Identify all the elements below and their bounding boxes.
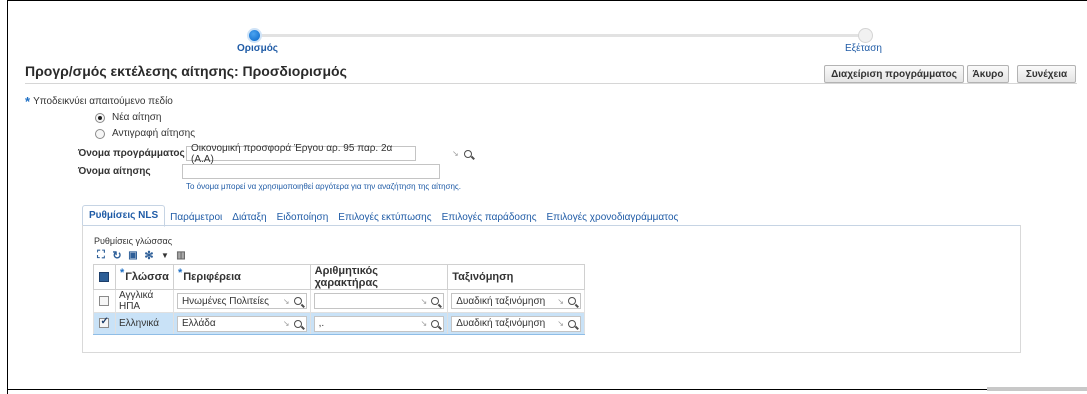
- train-step-review-icon[interactable]: [858, 28, 873, 43]
- numeric-input[interactable]: ↘: [313, 293, 445, 309]
- new-request-radio[interactable]: [95, 112, 105, 123]
- settings-icon[interactable]: ✻: [143, 249, 155, 262]
- required-star-icon: *: [177, 267, 183, 279]
- territory-value: Ελλάδα: [181, 318, 216, 329]
- language-cell: Ελληνικά: [114, 312, 174, 335]
- sort-input[interactable]: Δυαδική ταξινόμηση ↘: [451, 293, 581, 309]
- magnifier-icon[interactable]: [431, 319, 440, 328]
- columns-icon[interactable]: ▥: [175, 249, 187, 261]
- copy-request-radio-row[interactable]: Αντιγραφή αίτησης: [95, 128, 195, 139]
- row-select-cell[interactable]: [93, 289, 116, 313]
- row-select-cell[interactable]: [93, 312, 116, 335]
- train-step-define-label[interactable]: Ορισμός: [237, 43, 278, 54]
- magnifier-icon[interactable]: [431, 297, 440, 305]
- horizontal-scrollbar[interactable]: [987, 387, 1087, 391]
- sort-value: Δυαδική ταξινόμηση: [456, 295, 546, 307]
- territory-cell[interactable]: Ηνωμένες Πολιτείες ↘: [172, 289, 311, 313]
- language-column-header[interactable]: *Γλώσσα: [114, 264, 174, 290]
- magnifier-icon[interactable]: [568, 297, 576, 305]
- table-row[interactable]: Αγγλικά ΗΠΑ Ηνωμένες Πολιτείες ↘ ↘ Δυαδικ…: [93, 289, 585, 313]
- page-title: Προγρ/σμός εκτέλεσης αίτησης: Προσδιορισ…: [25, 63, 347, 79]
- sort-input[interactable]: Δυαδική ταξινόμηση ↘: [451, 315, 581, 332]
- numeric-input[interactable]: ,. ↘: [313, 315, 445, 332]
- required-star-icon: *: [25, 94, 31, 109]
- magnifier-icon[interactable]: [293, 319, 302, 328]
- sort-column-header[interactable]: Ταξινόμηση: [447, 264, 585, 290]
- territory-input[interactable]: Ηνωμένες Πολιτείες ↘: [176, 293, 307, 309]
- arrow-se-icon[interactable]: ↘: [421, 297, 428, 306]
- copy-request-label: Αντιγραφή αίτησης: [112, 128, 196, 139]
- request-name-label: Όνομα αίτησης: [78, 166, 151, 177]
- continue-button[interactable]: Συνέχεια: [1017, 65, 1076, 83]
- table-header-row: *Γλώσσα *Περιφέρεια Αριθμητικός χαρακτήρ…: [93, 264, 585, 290]
- sort-value: Δυαδική ταξινόμηση: [456, 318, 546, 329]
- language-cell: Αγγλικά ΗΠΑ: [114, 289, 174, 313]
- arrow-se-icon[interactable]: ↘: [421, 319, 428, 328]
- request-name-input[interactable]: [182, 164, 440, 179]
- program-name-lov[interactable]: ↘: [452, 149, 472, 158]
- required-note-text: Υποδεικνύει απαιτούμενο πεδίο: [33, 96, 173, 107]
- new-request-radio-row[interactable]: Νέα αίτηση: [95, 112, 162, 123]
- tab-bar: Ρυθμίσεις NLS Παράμετροι Διάταξη Ειδοποί…: [82, 205, 683, 227]
- required-star-icon: *: [119, 267, 125, 279]
- title-divider: [25, 83, 1077, 84]
- tab-nls-settings[interactable]: Ρυθμίσεις NLS: [82, 205, 166, 227]
- numeric-cell[interactable]: ↘: [309, 289, 449, 313]
- request-name-hint: Το όνομα μπορεί να χρησιμοποιηθεί αργότε…: [186, 182, 461, 191]
- program-name-label: Όνομα προγράμματος: [78, 148, 185, 159]
- train-step-review-label[interactable]: Εξέταση: [845, 43, 882, 54]
- territory-value: Ηνωμένες Πολιτείες: [181, 295, 269, 307]
- arrow-se-icon[interactable]: ↘: [557, 319, 564, 328]
- table-row[interactable]: Ελληνικά Ελλάδα ↘ ,. ↘ Δυαδική ταξινόμηση ↘: [93, 312, 585, 335]
- select-all-header[interactable]: [93, 264, 116, 290]
- numeric-cell[interactable]: ,. ↘: [309, 312, 449, 335]
- territory-cell[interactable]: Ελλάδα ↘: [172, 312, 311, 335]
- bottom-border: [7, 389, 987, 390]
- copy-request-radio[interactable]: [95, 128, 105, 139]
- dropdown-arrow-icon[interactable]: ▼: [159, 249, 171, 261]
- new-request-label: Νέα αίτηση: [112, 112, 162, 123]
- cancel-button[interactable]: Άκυρο: [967, 65, 1009, 83]
- numeric-column-header[interactable]: Αριθμητικός χαρακτήρας: [309, 264, 449, 290]
- numeric-value: ,.: [318, 318, 325, 329]
- select-all-checkbox[interactable]: [99, 272, 110, 283]
- train-step-define-icon[interactable]: [247, 28, 262, 43]
- arrow-se-icon[interactable]: ↘: [557, 297, 564, 306]
- required-field-note: * Υποδεικνύει απαιτούμενο πεδίο: [25, 92, 173, 109]
- magnifier-icon[interactable]: [568, 319, 576, 328]
- sort-cell[interactable]: Δυαδική ταξινόμηση ↘: [447, 289, 585, 313]
- territory-input[interactable]: Ελλάδα ↘: [176, 315, 307, 332]
- row-checkbox[interactable]: [99, 295, 110, 306]
- manage-schedule-button[interactable]: Διαχείριση προγράμματος: [824, 65, 964, 83]
- refresh-icon[interactable]: ↻: [111, 249, 123, 262]
- nls-table: *Γλώσσα *Περιφέρεια Αριθμητικός χαρακτήρ…: [93, 264, 585, 335]
- language-header-text: Γλώσσα: [125, 271, 169, 283]
- program-name-input[interactable]: Οικονομική προσφορά Έργου αρ. 95 παρ. 2α…: [186, 143, 416, 165]
- train-connector: [255, 34, 865, 37]
- table-toolbar: ⛶ ↻ ▣ ✻ ▼ ▥: [95, 249, 187, 262]
- sort-cell[interactable]: Δυαδική ταξινόμηση ↘: [447, 312, 585, 335]
- freeze-icon[interactable]: ▣: [127, 249, 139, 261]
- territory-header-text: Περιφέρεια: [183, 271, 241, 283]
- detach-icon[interactable]: ⛶: [95, 249, 107, 261]
- arrow-se-icon[interactable]: ↘: [283, 319, 290, 328]
- magnifier-icon[interactable]: [463, 149, 472, 158]
- territory-column-header[interactable]: *Περιφέρεια: [172, 264, 311, 290]
- arrow-se-icon[interactable]: ↘: [452, 149, 459, 158]
- language-settings-label: Ρυθμίσεις γλώσσας: [94, 236, 173, 246]
- arrow-se-icon[interactable]: ↘: [283, 297, 290, 306]
- magnifier-icon[interactable]: [293, 297, 302, 305]
- row-checkbox[interactable]: [99, 316, 110, 329]
